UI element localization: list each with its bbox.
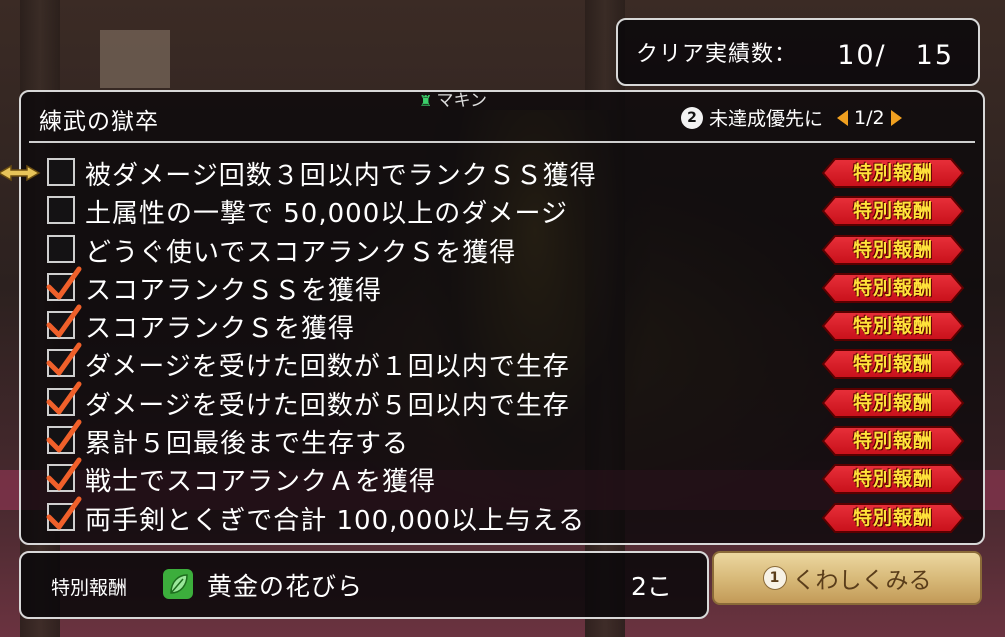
page-indicator: 1/2: [854, 106, 885, 129]
clear-count-value: 10/ 15: [837, 39, 954, 71]
special-reward-badge: 特別報酬: [821, 463, 965, 495]
checkbox-checked: [46, 342, 82, 378]
button-2-icon: 2: [681, 106, 703, 129]
special-reward-badge: 特別報酬: [821, 234, 965, 266]
sort-control[interactable]: 2 未達成優先に 1/2: [681, 104, 902, 131]
special-reward-badge: 特別報酬: [821, 502, 965, 534]
achievement-text: スコアランクＳＳを獲得: [85, 275, 383, 306]
player-nameplate: ♜ マキン: [419, 86, 487, 111]
panel-title: 練武の獄卒: [39, 109, 159, 135]
achievement-row[interactable]: スコアランクＳを獲得 特別報酬: [21, 304, 983, 345]
achievement-row[interactable]: どうぐ使いでスコアランクＳを獲得 特別報酬: [21, 231, 983, 269]
checkbox-unchecked: [47, 158, 75, 186]
special-reward-badge: 特別報酬: [821, 157, 965, 189]
achievement-text: ダメージを受けた回数が１回以内で生存: [85, 352, 570, 383]
leaf-icon: [163, 569, 193, 599]
achievement-text: ダメージを受けた回数が５回以内で生存: [85, 390, 570, 421]
checkbox-checked: [46, 419, 82, 455]
achievement-panel: 練武の獄卒 ♜ マキン 2 未達成優先に 1/2 被ダメージ回数３回以内でランクＳ…: [0, 90, 985, 545]
checkbox-checked: [46, 304, 82, 340]
special-reward-label: 特別報酬: [852, 353, 933, 376]
background-poster: [100, 30, 170, 88]
checkmark-icon: [46, 381, 82, 415]
achievement-list: 被ダメージ回数３回以内でランクＳＳ獲得 特別報酬 土属性の一撃で 50,000以上の…: [0, 154, 983, 537]
clear-count-label: クリア実績数：: [636, 42, 798, 67]
special-reward-label: 特別報酬: [852, 430, 933, 453]
special-reward-label: 特別報酬: [852, 162, 933, 184]
checkbox-unchecked: [47, 196, 75, 225]
checkmark-icon: [46, 496, 82, 530]
details-button-label: くわしくみる: [792, 568, 932, 594]
player-marker-icon: ♜: [419, 92, 433, 110]
button-1-icon: 1: [762, 566, 787, 590]
achievement-text: 被ダメージ回数３回以内でランクＳＳ獲得: [85, 161, 597, 191]
checkmark-icon: [46, 266, 82, 300]
checkbox-checked: [46, 266, 82, 301]
page-next-icon[interactable]: [890, 109, 902, 126]
details-button[interactable]: 1 くわしくみる: [712, 551, 982, 605]
page-prev-icon[interactable]: [837, 109, 849, 126]
achievement-text: スコアランクＳを獲得: [85, 314, 356, 345]
special-reward-label: 特別報酬: [852, 238, 933, 261]
reward-quantity: 2こ: [631, 572, 672, 601]
achievement-row[interactable]: 両手剣とくぎで合計 100,000以上与える 特別報酬: [21, 496, 983, 537]
reward-label: 特別報酬: [51, 577, 128, 599]
achievement-row[interactable]: ダメージを受けた回数が５回以内で生存 特別報酬: [21, 381, 983, 422]
achievement-row[interactable]: 戦士でスコアランクＡを獲得 特別報酬: [21, 457, 983, 498]
special-reward-badge: 特別報酬: [821, 425, 965, 457]
checkmark-icon: [46, 419, 82, 453]
achievement-text: どうぐ使いでスコアランクＳを獲得: [85, 237, 517, 268]
sort-label[interactable]: 未達成優先に: [709, 104, 823, 131]
reward-panel: 特別報酬 黄金の花びら 2こ: [19, 551, 709, 619]
checkmark-icon: [46, 342, 82, 376]
special-reward-label: 特別報酬: [852, 391, 933, 414]
achievement-text: 土属性の一撃で 50,000以上のダメージ: [85, 199, 568, 230]
checkbox-checked: [46, 457, 82, 493]
selection-cursor-icon: [0, 164, 41, 182]
achievement-text: 累計５回最後まで生存する: [85, 429, 410, 460]
special-reward-badge: 特別報酬: [821, 195, 965, 227]
special-reward-label: 特別報酬: [852, 506, 933, 529]
checkbox-checked: [46, 496, 82, 531]
reward-item-name: 黄金の花びら: [207, 572, 364, 601]
special-reward-badge: 特別報酬: [821, 387, 965, 419]
clear-count-panel: クリア実績数： 10/ 15: [616, 18, 980, 86]
achievement-row[interactable]: 土属性の一撃で 50,000以上のダメージ 特別報酬: [21, 192, 983, 230]
achievement-row[interactable]: スコアランクＳＳを獲得 特別報酬: [21, 266, 983, 307]
pager[interactable]: 1/2: [837, 107, 902, 129]
checkbox-checked: [46, 381, 82, 416]
checkmark-icon: [46, 304, 82, 338]
special-reward-badge: 特別報酬: [821, 272, 965, 304]
achievement-text: 両手剣とくぎで合計 100,000以上与える: [85, 505, 586, 536]
special-reward-label: 特別報酬: [852, 468, 933, 491]
achievement-row[interactable]: 被ダメージ回数３回以内でランクＳＳ獲得 特別報酬: [0, 154, 983, 192]
achievement-text: 戦士でスコアランクＡを獲得: [85, 467, 437, 498]
divider: [29, 141, 975, 143]
special-reward-label: 特別報酬: [852, 315, 933, 338]
special-reward-label: 特別報酬: [852, 200, 933, 223]
panel-header: 練武の獄卒 ♜ マキン 2 未達成優先に 1/2: [21, 91, 983, 143]
player-name: マキン: [436, 91, 487, 111]
checkmark-icon: [46, 457, 82, 491]
checkbox-unchecked: [47, 234, 75, 263]
achievement-row[interactable]: 累計５回最後まで生存する 特別報酬: [21, 419, 983, 460]
special-reward-badge: 特別報酬: [821, 310, 965, 342]
achievement-row[interactable]: ダメージを受けた回数が１回以内で生存 特別報酬: [21, 342, 983, 383]
special-reward-label: 特別報酬: [852, 276, 933, 299]
special-reward-badge: 特別報酬: [821, 348, 965, 380]
